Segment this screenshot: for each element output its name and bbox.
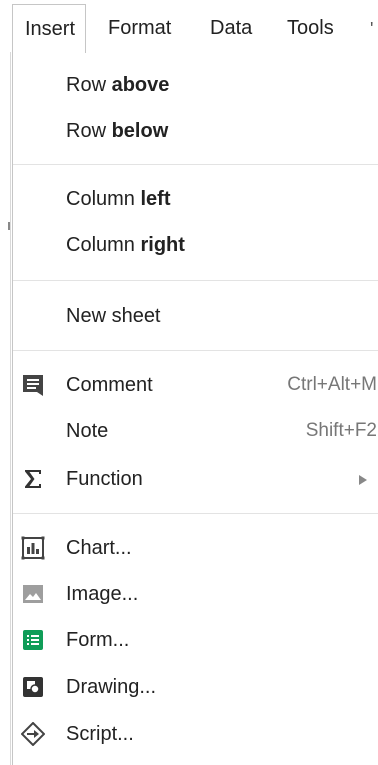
- menu-item-chart[interactable]: Chart...: [13, 526, 378, 570]
- menu-item-label: Row below: [66, 120, 169, 142]
- menu-item-row-above[interactable]: Row above: [13, 63, 378, 107]
- script-icon: [20, 721, 46, 747]
- menu-item-label: New sheet: [66, 305, 161, 327]
- menu-tab-insert[interactable]: Insert: [12, 4, 87, 53]
- menu-item-label: Column left: [66, 188, 171, 210]
- spreadsheet-page: Insert Format Data Tools ' Row above Row…: [0, 0, 378, 765]
- menu-item-image[interactable]: Image...: [13, 572, 378, 616]
- menu-tab-format[interactable]: Format: [108, 13, 171, 43]
- insert-menu-dropdown: Row above Row below Column left Column r…: [12, 52, 378, 765]
- menu-tab-tools[interactable]: Tools: [287, 13, 334, 43]
- comment-icon: [21, 373, 45, 397]
- sheet-gutter-line: [10, 0, 11, 765]
- menu-tab-data[interactable]: Data: [210, 13, 252, 43]
- menu-item-script[interactable]: Script...: [13, 712, 378, 756]
- menu-item-column-right[interactable]: Column right: [13, 223, 378, 267]
- menu-item-label: Image...: [66, 583, 139, 605]
- drawing-icon: [21, 675, 45, 699]
- image-icon: [21, 582, 45, 606]
- menu-item-drawing[interactable]: Drawing...: [13, 665, 378, 709]
- menu-separator: [13, 350, 378, 351]
- menu-bar: Insert Format Data Tools ': [0, 0, 378, 53]
- menu-item-shortcut: Ctrl+Alt+M: [287, 374, 377, 395]
- menu-item-new-sheet[interactable]: New sheet: [13, 294, 378, 338]
- menu-item-shortcut: Shift+F2: [305, 420, 377, 441]
- sigma-icon: [21, 467, 45, 491]
- chart-icon: [21, 536, 45, 560]
- form-icon: [21, 628, 45, 652]
- menu-item-label: Drawing...: [66, 676, 157, 698]
- menu-item-form[interactable]: Form...: [13, 618, 378, 662]
- menu-separator: [13, 280, 378, 281]
- submenu-arrow-icon: [359, 475, 367, 485]
- menu-separator: [13, 513, 378, 514]
- menu-item-function[interactable]: Function: [13, 457, 378, 501]
- menu-item-label: Comment: [66, 374, 153, 396]
- menu-tab-truncated[interactable]: ': [370, 14, 373, 44]
- menu-item-label: Chart...: [66, 537, 132, 559]
- menu-item-label: Form...: [66, 629, 130, 651]
- sheet-gutter-tick: [8, 222, 10, 230]
- menu-item-comment[interactable]: Comment Ctrl+Alt+M: [13, 363, 378, 407]
- menu-separator: [13, 164, 378, 165]
- menu-item-note[interactable]: Note Shift+F2: [13, 409, 378, 453]
- menu-item-label: Script...: [66, 723, 134, 745]
- menu-item-label: Column right: [66, 234, 185, 256]
- menu-item-label: Function: [66, 468, 143, 490]
- menu-item-label: Row above: [66, 74, 170, 96]
- menu-item-label: Note: [66, 420, 109, 442]
- menu-item-row-below[interactable]: Row below: [13, 109, 378, 153]
- menu-item-column-left[interactable]: Column left: [13, 177, 378, 221]
